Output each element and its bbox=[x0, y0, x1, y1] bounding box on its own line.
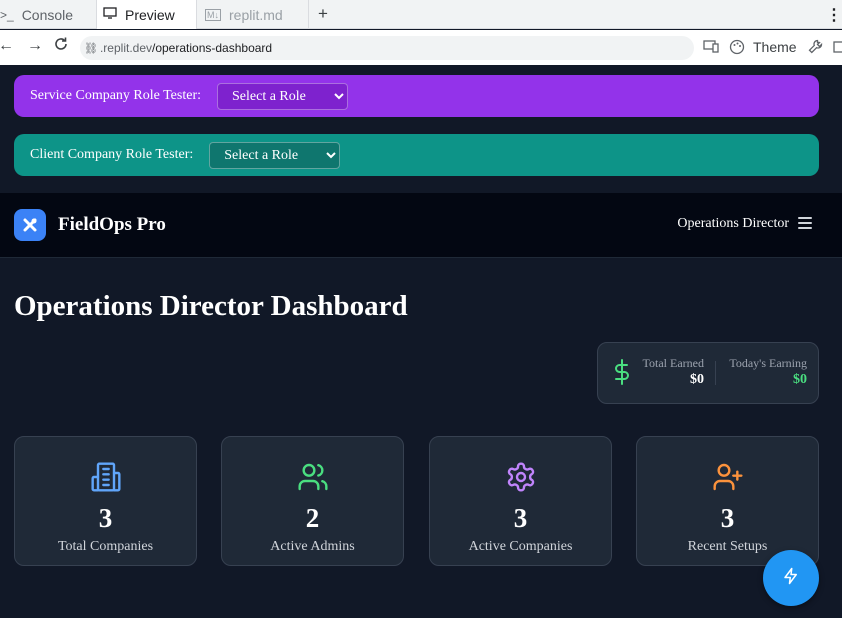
client-role-select[interactable]: Select a Role bbox=[209, 141, 341, 169]
back-arrow-icon[interactable]: ← bbox=[0, 37, 14, 55]
url-path: /operations-dashboard bbox=[152, 41, 273, 55]
gear-icon bbox=[430, 461, 611, 493]
total-earned-value: $0 bbox=[690, 372, 704, 387]
link-icon: ⛓ bbox=[84, 42, 98, 55]
todays-earning-label: Today's Earning bbox=[729, 356, 807, 370]
service-company-role-tester: Service Company Role Tester: Select a Ro… bbox=[14, 75, 819, 117]
app-header: FieldOps Pro Operations Director bbox=[0, 193, 842, 258]
stat-value: 3 bbox=[720, 503, 735, 533]
total-earned: Total Earned $0 bbox=[636, 356, 704, 389]
role-tester-section: Service Company Role Tester: Select a Ro… bbox=[0, 65, 842, 193]
open-external-icon[interactable] bbox=[833, 39, 842, 56]
tab-preview-label: Preview bbox=[125, 6, 175, 23]
brand-name[interactable]: FieldOps Pro bbox=[58, 214, 166, 236]
url-input[interactable]: ⛓ .replit.dev /operations-dashboard bbox=[80, 36, 694, 60]
earnings-widget: Total Earned $0 Today's Earning $0 bbox=[597, 342, 819, 404]
client-company-role-tester: Client Company Role Tester: Select a Rol… bbox=[14, 134, 819, 176]
stat-card-active-companies[interactable]: 3 Active Companies bbox=[429, 436, 612, 566]
markdown-icon: M↓ bbox=[205, 8, 221, 21]
tab-replit-md[interactable]: M↓ replit.md bbox=[197, 0, 309, 29]
current-role-label: Operations Director bbox=[677, 216, 789, 231]
todays-earning-value: $0 bbox=[793, 372, 807, 387]
theme-button[interactable]: Theme bbox=[753, 39, 797, 55]
forward-arrow-icon[interactable]: → bbox=[27, 37, 43, 55]
tab-console[interactable]: >_ Console bbox=[0, 0, 96, 29]
lightning-icon bbox=[782, 567, 800, 590]
reload-icon[interactable] bbox=[53, 36, 69, 57]
palette-icon[interactable] bbox=[729, 39, 745, 58]
hamburger-menu-icon[interactable] bbox=[798, 217, 812, 229]
stat-card-recent-setups[interactable]: 3 Recent Setups bbox=[636, 436, 819, 566]
url-domain: .replit.dev bbox=[99, 41, 152, 55]
user-plus-icon bbox=[637, 461, 818, 493]
terminal-icon: >_ bbox=[0, 7, 14, 22]
tab-console-label: Console bbox=[21, 6, 74, 23]
address-bar-row: ← → ⛓ .replit.dev /operations-dashboard … bbox=[0, 30, 842, 65]
stat-label: Total Companies bbox=[57, 539, 154, 554]
stat-value: 2 bbox=[305, 503, 320, 533]
page-title: Operations Director Dashboard bbox=[14, 290, 408, 322]
stat-value: 3 bbox=[513, 503, 528, 533]
stat-card-active-admins[interactable]: 2 Active Admins bbox=[221, 436, 404, 566]
monitor-icon bbox=[103, 7, 117, 22]
tab-replit-md-label: replit.md bbox=[229, 6, 283, 23]
dollar-icon bbox=[613, 359, 631, 390]
tools-logo-icon[interactable] bbox=[14, 209, 46, 241]
service-tester-label: Service Company Role Tester: bbox=[30, 88, 202, 103]
new-tab-icon[interactable]: + bbox=[318, 4, 328, 24]
service-role-select[interactable]: Select a Role bbox=[217, 82, 349, 110]
stat-label: Active Companies bbox=[468, 539, 573, 554]
wrench-icon[interactable] bbox=[808, 39, 823, 57]
more-options-icon[interactable]: ⋮ bbox=[826, 5, 842, 25]
building-icon bbox=[15, 461, 196, 493]
stat-label: Active Admins bbox=[270, 539, 355, 554]
browser-tab-bar: >_ Console Preview M↓ replit.md + ⋮ bbox=[0, 0, 842, 29]
devices-icon[interactable] bbox=[703, 39, 719, 56]
quick-action-button[interactable] bbox=[763, 550, 819, 606]
todays-earning: Today's Earning $0 bbox=[726, 356, 807, 389]
total-earned-label: Total Earned bbox=[642, 356, 704, 370]
users-icon bbox=[222, 461, 403, 493]
client-tester-label: Client Company Role Tester: bbox=[30, 147, 194, 162]
earnings-divider bbox=[715, 361, 716, 385]
stat-card-total-companies[interactable]: 3 Total Companies bbox=[14, 436, 197, 566]
tab-preview[interactable]: Preview bbox=[96, 0, 197, 29]
stat-value: 3 bbox=[98, 503, 113, 533]
